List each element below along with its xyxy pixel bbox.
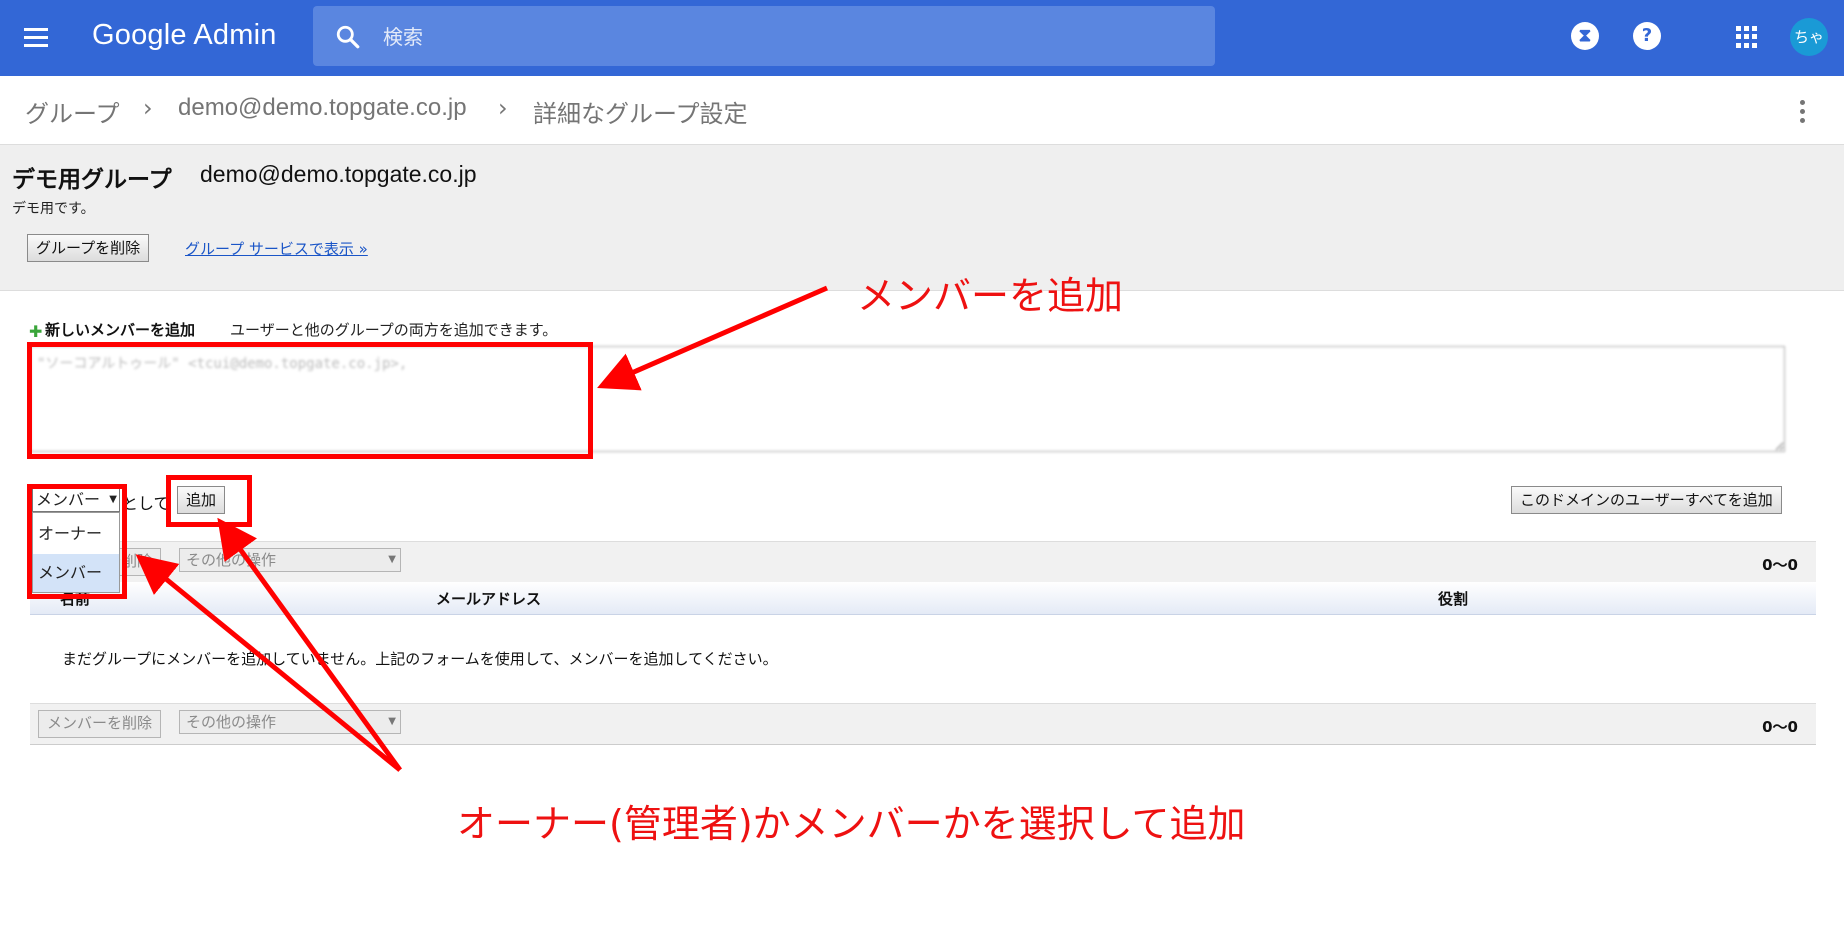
annotation-select-role: オーナー(管理者)かメンバーかを選択して追加: [457, 802, 1246, 846]
arrow-to-textarea: [597, 285, 828, 391]
annotation-add-member: メンバーを追加: [857, 274, 1124, 318]
